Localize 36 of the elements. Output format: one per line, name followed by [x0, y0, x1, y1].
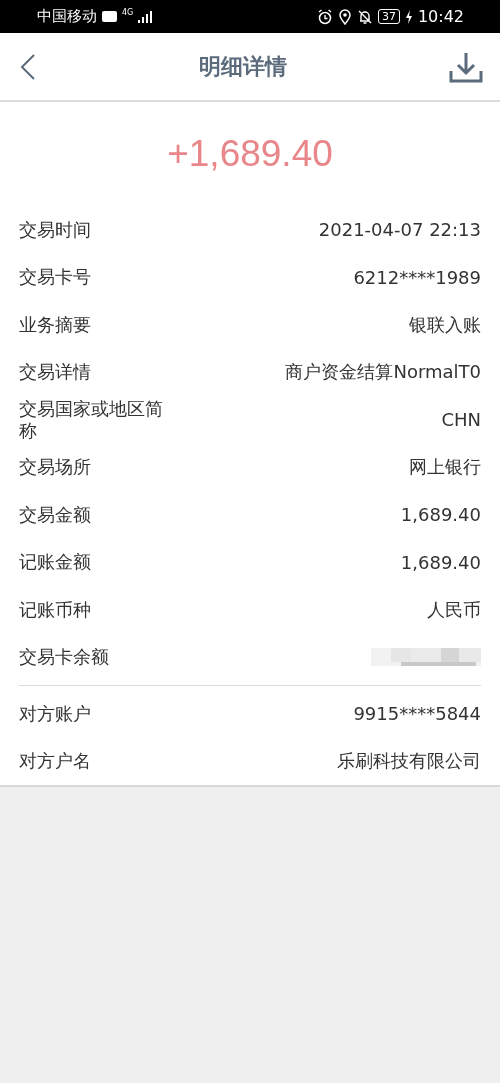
field-value: 人民币 [427, 597, 481, 622]
field-label: 交易场所 [19, 456, 92, 479]
download-icon[interactable] [449, 50, 483, 83]
field-value: 9915****5844 [353, 703, 481, 725]
field-label: 交易卡号 [19, 266, 92, 289]
field-value: 商户资金结算NormalT0 [285, 360, 481, 385]
back-icon[interactable] [20, 52, 36, 81]
location-icon [337, 8, 352, 25]
transaction-amount: +1,689.40 [167, 133, 333, 175]
field-label: 记账币种 [19, 598, 92, 621]
field-label: 交易卡余额 [19, 646, 110, 669]
field-value: 6212****1989 [353, 266, 481, 288]
field-label: 业务摘要 [19, 313, 92, 336]
page-title: 明细详情 [198, 52, 287, 81]
mute-bell-icon [356, 8, 373, 25]
battery-level: 37 [377, 9, 400, 24]
carrier-name: 中国移动 [37, 7, 97, 26]
field-label: 对方账户 [19, 702, 92, 725]
network-type: 4G [122, 8, 134, 17]
field-value: CHN [441, 409, 481, 431]
field-value: 银联入账 [409, 312, 481, 337]
field-label: 交易详情 [19, 361, 92, 384]
alarm-icon [316, 8, 333, 25]
field-label: 记账金额 [19, 551, 92, 574]
field-value: 1,689.40 [400, 551, 481, 573]
clock-time: 10:42 [417, 7, 464, 26]
field-label: 对方户名 [19, 750, 92, 773]
field-label: 交易国家或地区简称 [19, 397, 164, 442]
charging-icon [404, 9, 413, 24]
field-value: 网上银行 [409, 455, 481, 480]
signal-icon [138, 10, 153, 23]
field-label: 交易时间 [19, 218, 92, 241]
field-value: 乐刷科技有限公司 [337, 749, 481, 774]
field-value: 1,689.40 [400, 504, 481, 526]
field-label: 交易金额 [19, 503, 92, 526]
field-value: 2021-04-07 22:13 [318, 219, 481, 241]
